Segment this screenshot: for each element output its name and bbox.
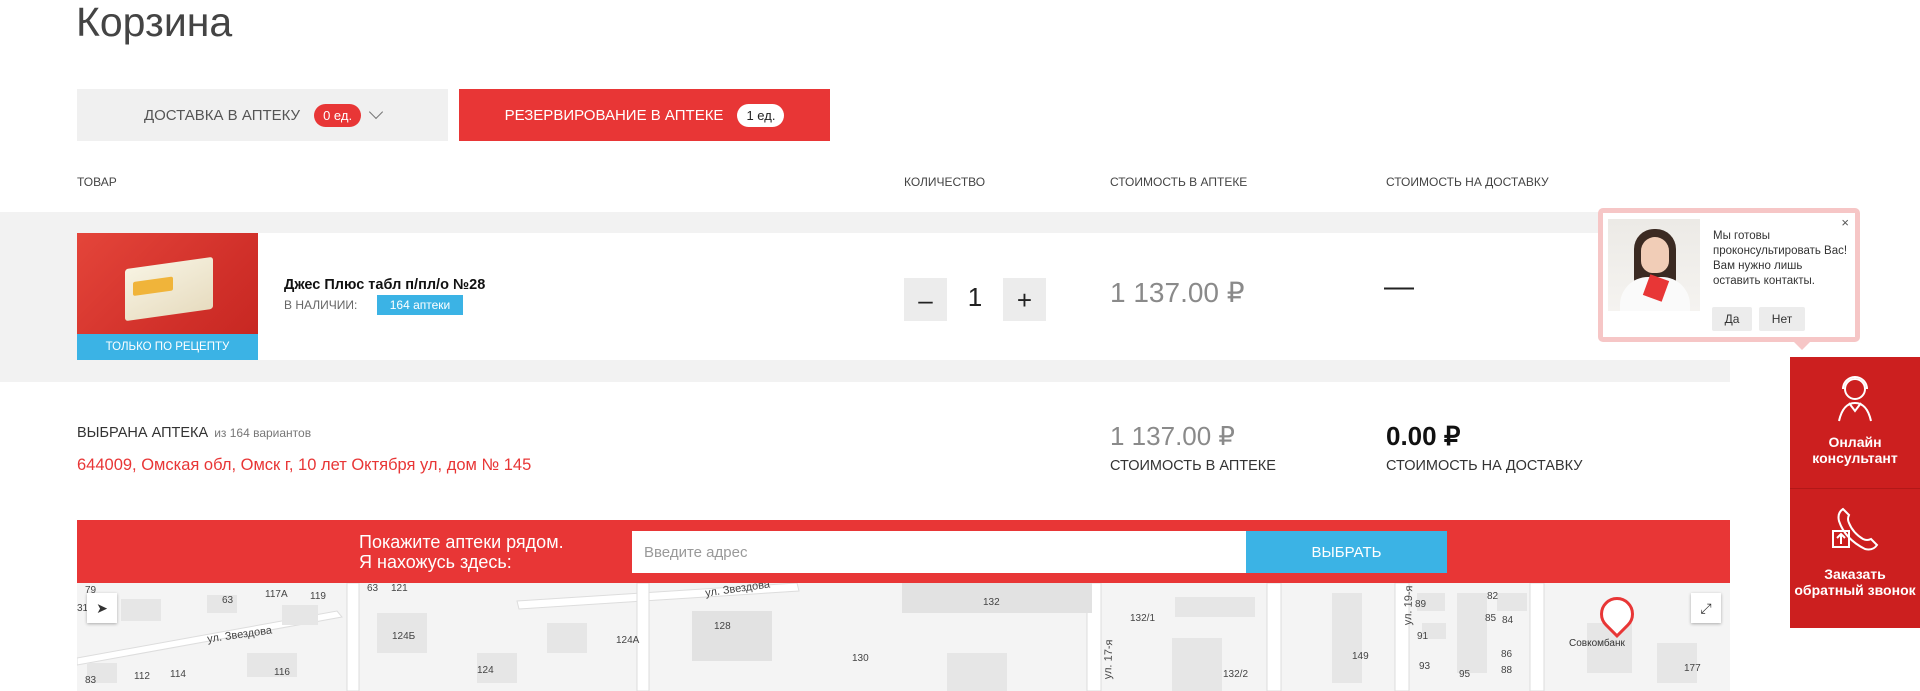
- map-label: 88: [1501, 665, 1513, 676]
- callback-button[interactable]: Заказать обратный звонок: [1790, 488, 1920, 628]
- map-label: 124: [477, 665, 494, 676]
- select-button[interactable]: ВЫБРАТЬ: [1246, 531, 1447, 573]
- consultant-message: Мы готовы проконсультировать Вас! Вам ну…: [1713, 230, 1848, 287]
- map-label: 83: [85, 675, 97, 686]
- prescription-tag: ТОЛЬКО ПО РЕЦЕПТУ: [77, 334, 258, 360]
- col-header-store-price: СТОИМОСТЬ В АПТЕКЕ: [1110, 175, 1248, 189]
- pharmacy-map[interactable]: 79 31 63 117А 119 63 121 132 132/1 89 82…: [77, 583, 1730, 691]
- col-header-quantity: КОЛИЧЕСТВО: [904, 175, 986, 189]
- selected-pharmacy-address[interactable]: 644009, Омская обл, Омск г, 10 лет Октяб…: [77, 456, 531, 475]
- tab-reserve-label: РЕЗЕРВИРОВАНИЕ В АПТЕКЕ: [504, 106, 724, 124]
- map-label: 132/2: [1223, 669, 1249, 680]
- item-store-price: 1 137.00 ₽: [1110, 277, 1245, 308]
- quantity-increase-button[interactable]: +: [1003, 278, 1046, 321]
- map-label: 128: [714, 621, 731, 632]
- chevron-down-icon: [368, 104, 384, 120]
- map-label: 116: [274, 667, 290, 678]
- tab-delivery-label: ДОСТАВКА В АПТЕКУ: [143, 106, 301, 124]
- tab-reserve[interactable]: РЕЗЕРВИРОВАНИЕ В АПТЕКЕ 1 ед.: [459, 89, 830, 141]
- consultant-popup: Мы готовы проконсультировать Вас! Вам ну…: [1598, 208, 1860, 350]
- tab-reserve-badge: 1 ед.: [737, 103, 785, 127]
- map-label: 130: [852, 653, 869, 664]
- close-icon[interactable]: ×: [1841, 215, 1849, 230]
- headset-icon: [1838, 376, 1872, 422]
- online-consultant-label: Онлайн консультант: [1812, 434, 1898, 466]
- fullscreen-icon[interactable]: ⤢: [1691, 593, 1721, 623]
- map-label: 63: [222, 595, 234, 606]
- map-label: 89: [1415, 599, 1427, 610]
- map-label: 91: [1417, 631, 1429, 642]
- poi-label: Совкомбанк: [1569, 638, 1625, 649]
- finder-prompt-line1: Покажите аптеки рядом.: [359, 532, 564, 552]
- total-delivery-value: 0.00 ₽: [1386, 421, 1461, 451]
- map-label: 124Б: [392, 631, 416, 642]
- quantity-value: 1: [967, 282, 983, 312]
- map-label: 119: [310, 591, 326, 602]
- map-label: 132: [983, 597, 1000, 608]
- map-label: 85: [1485, 613, 1497, 624]
- consultant-no-button[interactable]: Нет: [1759, 307, 1805, 331]
- page-title: Корзина: [76, 0, 233, 45]
- consultant-yes-button[interactable]: Да: [1712, 307, 1752, 331]
- stock-badge[interactable]: 164 аптеки: [377, 295, 463, 315]
- map-label: 132/1: [1130, 613, 1156, 624]
- side-contact-panel: Онлайн консультант Заказать обратный зво…: [1790, 357, 1920, 628]
- selected-pharmacy-label: ВЫБРАНА АПТЕКА из 164 вариантов: [77, 425, 311, 441]
- map-label: 84: [1502, 615, 1514, 626]
- map-label: 114: [170, 669, 186, 680]
- map-label: 93: [1419, 661, 1431, 672]
- selected-pharmacy-title: ВЫБРАНА АПТЕКА: [77, 425, 209, 441]
- map-label: 124А: [616, 635, 640, 646]
- product-box-illustration: [125, 256, 213, 322]
- stock-label: В НАЛИЧИИ:: [284, 298, 358, 312]
- callback-label: Заказать обратный звонок: [1794, 566, 1916, 598]
- selected-pharmacy-count: из 164 вариантов: [214, 426, 312, 440]
- consultant-avatar: [1608, 219, 1700, 311]
- map-label: 177: [1684, 663, 1701, 674]
- phone-icon: [1832, 507, 1879, 551]
- product-image[interactable]: ТОЛЬКО ПО РЕЦЕПТУ: [77, 233, 258, 360]
- total-store-label: СТОИМОСТЬ В АПТЕКЕ: [1110, 458, 1276, 474]
- cart-page: Корзина ДОСТАВКА В АПТЕКУ 0 ед. РЕЗЕРВИР…: [0, 0, 1920, 691]
- map-label: 63: [367, 583, 379, 594]
- item-delivery-price: —: [1384, 270, 1414, 303]
- finder-prompt-line2: Я нахожусь здесь:: [359, 552, 512, 572]
- total-store-value: 1 137.00 ₽: [1110, 421, 1235, 451]
- map-label: 112: [134, 671, 150, 682]
- map-label: 86: [1501, 649, 1513, 660]
- map-label: 82: [1487, 591, 1499, 602]
- map-label: 95: [1459, 669, 1471, 680]
- online-consultant-button[interactable]: Онлайн консультант: [1790, 357, 1920, 487]
- col-header-product: ТОВАР: [77, 175, 117, 189]
- locate-me-icon[interactable]: ➤: [87, 593, 117, 623]
- quantity-decrease-button[interactable]: –: [904, 278, 947, 321]
- total-delivery-label: СТОИМОСТЬ НА ДОСТАВКУ: [1386, 458, 1583, 474]
- map-label: 121: [391, 583, 408, 594]
- street-label: ул. 17-я: [1102, 639, 1116, 680]
- tab-delivery[interactable]: ДОСТАВКА В АПТЕКУ 0 ед.: [77, 89, 448, 141]
- product-name[interactable]: Джес Плюс табл п/пл/о №28: [284, 277, 485, 293]
- address-input[interactable]: [632, 531, 1246, 573]
- map-label: 117А: [265, 589, 288, 600]
- tab-delivery-badge: 0 ед.: [314, 103, 362, 127]
- finder-prompt: Покажите аптеки рядом. Я нахожусь здесь:: [359, 532, 564, 572]
- col-header-delivery-price: СТОИМОСТЬ НА ДОСТАВКУ: [1386, 175, 1549, 189]
- map-label: 149: [1352, 651, 1369, 662]
